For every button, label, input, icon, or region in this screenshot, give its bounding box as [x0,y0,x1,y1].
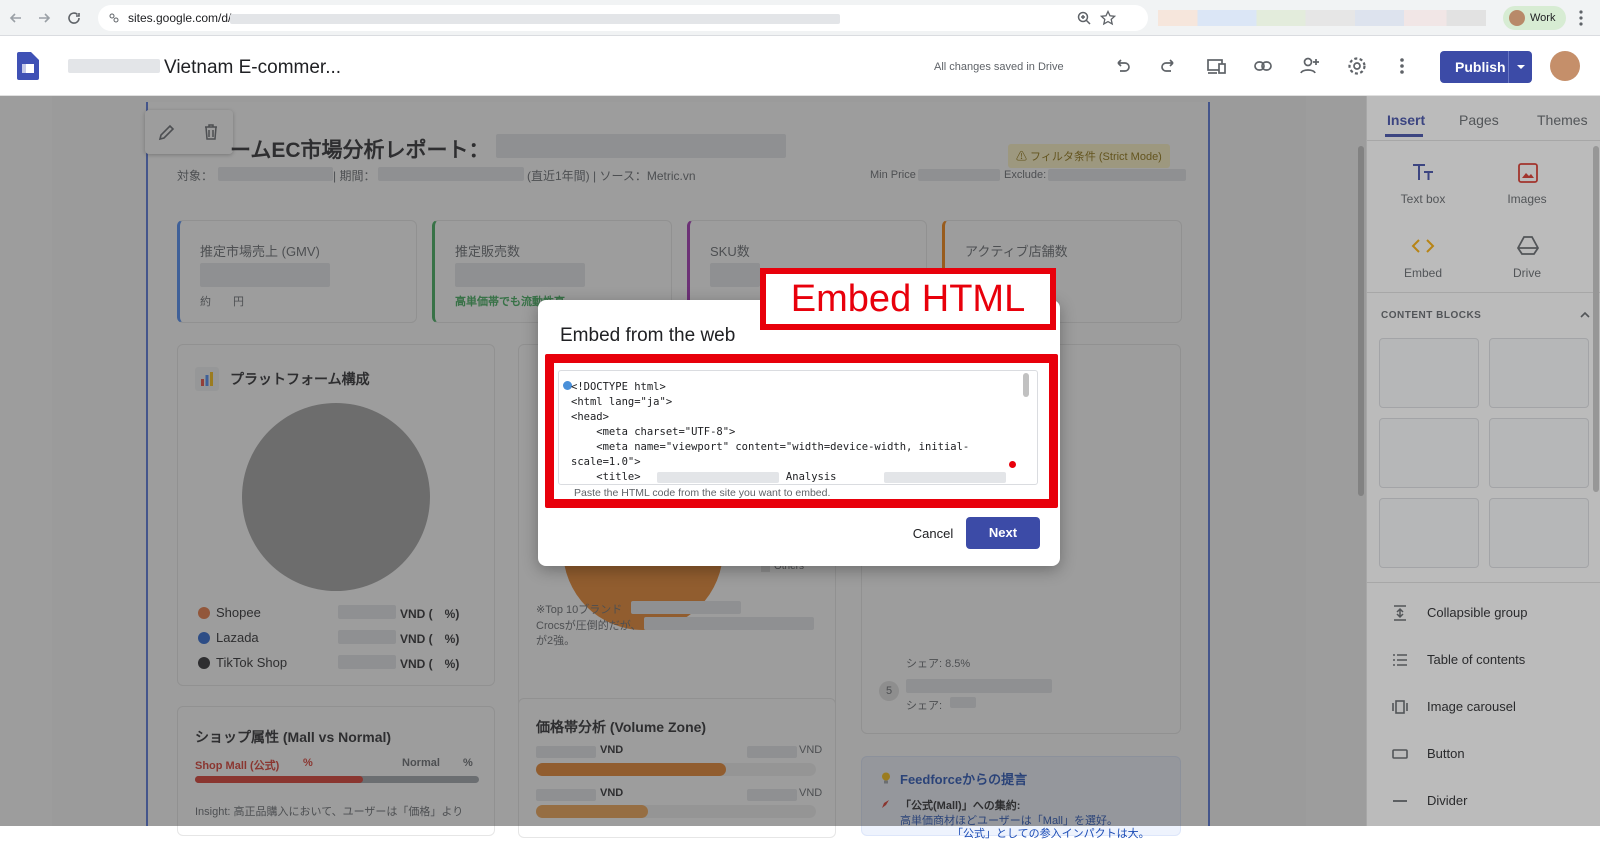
profile-label: Work [1530,12,1556,24]
profile-chip[interactable]: Work [1503,6,1566,30]
annotation-callout: Embed HTML [760,268,1056,330]
redacted-title [68,59,160,73]
proposal-text: 「公式」としての参入インパクトは大。 [952,828,1150,840]
bookmarks-strip[interactable] [1158,10,1486,26]
site-info-icon[interactable] [108,12,120,24]
redacted-url [230,14,840,24]
undo-icon[interactable] [1111,55,1133,77]
settings-gear-icon[interactable] [1346,55,1368,77]
publish-label: Publish [1455,59,1506,75]
publish-options-caret-icon[interactable] [1508,51,1532,83]
url-text: sites.google.com/d/ [128,11,232,25]
sites-logo-icon[interactable] [17,52,39,80]
next-button[interactable]: Next [966,517,1040,549]
publish-button[interactable]: Publish [1440,51,1532,83]
annotation-highlight-box [545,354,1058,508]
sites-header: Vietnam E-commer... All changes saved in… [0,36,1600,96]
reload-icon[interactable] [64,8,84,28]
address-bar[interactable]: sites.google.com/d/ [98,5,1148,31]
bookmark-star-icon[interactable] [1100,10,1116,26]
redo-icon[interactable] [1158,55,1180,77]
site-title[interactable]: Vietnam E-commer... [164,57,341,79]
profile-avatar [1509,10,1525,26]
link-icon[interactable] [1252,55,1274,77]
browser-menu-icon[interactable] [1578,9,1584,27]
cancel-button[interactable]: Cancel [898,519,968,549]
zoom-icon[interactable] [1076,10,1092,26]
browser-toolbar: sites.google.com/d/ Work [0,0,1600,36]
preview-devices-icon[interactable] [1205,55,1227,77]
back-icon[interactable] [6,8,26,28]
panel-scrim[interactable] [1366,96,1600,826]
save-status: All changes saved in Drive [934,61,1064,73]
share-add-person-icon[interactable] [1299,55,1321,77]
dialog-title: Embed from the web [560,325,736,346]
account-avatar[interactable] [1550,51,1580,81]
more-vert-icon[interactable] [1399,55,1405,77]
forward-icon[interactable] [34,8,54,28]
